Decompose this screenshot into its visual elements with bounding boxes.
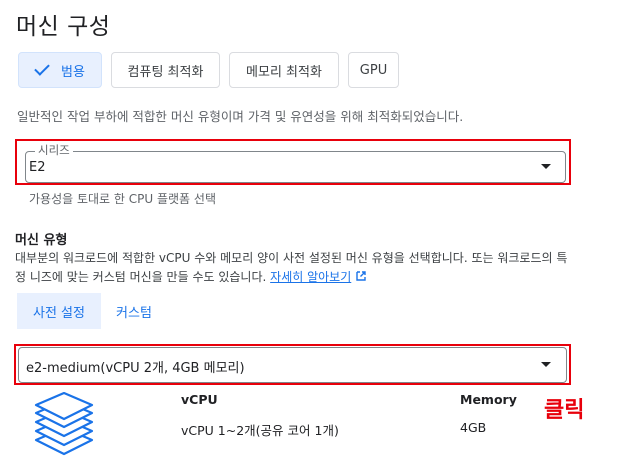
vcpu-value: vCPU 1~2개(공유 코어 1개) bbox=[181, 423, 339, 438]
series-helper-text: 가용성을 토대로 한 CPU 플랫폼 선택 bbox=[29, 192, 216, 206]
highlight-box-machine-type bbox=[14, 344, 571, 385]
family-description: 일반적인 작업 부하에 적합한 머신 유형이며 가격 및 유연성을 위해 최적화… bbox=[17, 109, 464, 124]
tab-label: 사전 설정 bbox=[33, 305, 85, 321]
family-button-label: 컴퓨팅 최적화 bbox=[127, 64, 204, 80]
family-button-gpu[interactable]: GPU bbox=[348, 52, 399, 88]
machine-type-description: 대부분의 워크로드에 적합한 vCPU 수와 메모리 양이 사전 설정된 머신 … bbox=[15, 249, 575, 287]
vcpu-header: vCPU bbox=[181, 392, 218, 407]
family-button-compute-optimized[interactable]: 컴퓨팅 최적화 bbox=[111, 52, 220, 88]
family-button-label: 범용 bbox=[61, 64, 85, 80]
family-button-label: 메모리 최적화 bbox=[246, 64, 322, 80]
tab-preset[interactable]: 사전 설정 bbox=[17, 293, 101, 329]
learn-more-label: 자세히 알아보기 bbox=[270, 270, 352, 284]
memory-header: Memory bbox=[460, 392, 517, 407]
layered-stack-icon bbox=[34, 392, 94, 456]
click-annotation: 클릭 bbox=[544, 398, 585, 423]
highlight-box-series bbox=[15, 139, 571, 185]
memory-value: 4GB bbox=[460, 420, 487, 435]
family-button-memory-optimized[interactable]: 메모리 최적화 bbox=[229, 52, 339, 88]
machine-type-title: 머신 유형 bbox=[15, 233, 68, 248]
tab-custom[interactable]: 커스텀 bbox=[101, 293, 167, 329]
check-icon bbox=[34, 60, 50, 76]
family-button-general[interactable]: 범용 bbox=[18, 52, 102, 88]
tab-label: 커스텀 bbox=[116, 305, 152, 321]
learn-more-link[interactable]: 자세히 알아보기 bbox=[270, 270, 351, 284]
family-button-label: GPU bbox=[359, 62, 388, 78]
page-title: 머신 구성 bbox=[16, 14, 111, 40]
open-in-new-icon[interactable] bbox=[355, 270, 367, 282]
